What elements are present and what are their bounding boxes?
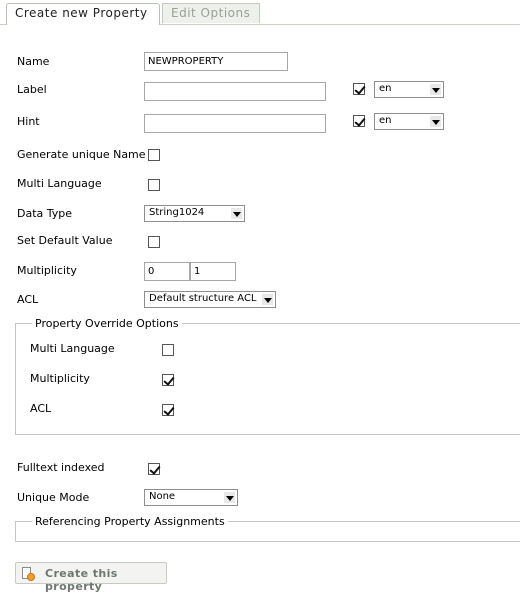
hint-label: Hint xyxy=(17,115,40,128)
referencing-property-assignments-legend: Referencing Property Assignments xyxy=(35,515,225,528)
data-type-value: String1024 xyxy=(149,207,205,218)
acl-label: ACL xyxy=(17,293,39,306)
data-type-label: Data Type xyxy=(17,207,73,220)
set-default-value-checkbox[interactable] xyxy=(148,236,160,248)
property-override-options-legend: Property Override Options xyxy=(35,317,179,330)
create-property-button-label: Create this property xyxy=(45,567,118,593)
create-property-button[interactable]: Create this property xyxy=(15,562,167,593)
multiplicity-min-input[interactable] xyxy=(144,262,190,281)
unique-mode-value: None xyxy=(149,491,176,502)
property-override-options: Property Override Options xyxy=(15,317,520,435)
hint-input[interactable] xyxy=(144,114,326,133)
override-multi-language-label: Multi Language xyxy=(30,342,115,355)
hint-language-select[interactable]: en xyxy=(374,113,444,130)
multi-language-label: Multi Language xyxy=(17,177,102,190)
chevron-down-icon xyxy=(430,116,441,127)
fulltext-indexed-checkbox[interactable] xyxy=(148,463,160,475)
name-input[interactable] xyxy=(144,52,288,71)
unique-mode-label: Unique Mode xyxy=(17,491,90,504)
override-acl-label: ACL xyxy=(30,402,52,415)
override-multiplicity-checkbox[interactable] xyxy=(162,374,174,386)
multi-language-checkbox[interactable] xyxy=(148,179,160,191)
label-language-value: en xyxy=(379,83,392,94)
acl-value: Default structure ACL xyxy=(149,293,257,304)
chevron-down-icon xyxy=(430,84,441,95)
tab-bar: Create new Property Edit Options xyxy=(0,0,520,25)
multiplicity-max-input[interactable] xyxy=(190,262,236,281)
tab-edit-options[interactable]: Edit Options xyxy=(162,3,260,23)
generate-unique-name-label: Generate unique Name xyxy=(17,148,146,161)
data-type-select[interactable]: String1024 xyxy=(144,205,245,222)
multiplicity-label: Multiplicity xyxy=(17,264,77,277)
hint-language-checkbox[interactable] xyxy=(353,115,365,127)
chevron-down-icon xyxy=(231,208,242,219)
chevron-down-icon xyxy=(224,492,235,503)
chevron-down-icon xyxy=(262,294,273,305)
unique-mode-select[interactable]: None xyxy=(144,489,238,506)
label-label: Label xyxy=(17,83,47,96)
override-acl-checkbox[interactable] xyxy=(162,404,174,416)
fulltext-indexed-label: Fulltext indexed xyxy=(17,461,105,474)
override-multi-language-checkbox[interactable] xyxy=(162,344,174,356)
label-input[interactable] xyxy=(144,82,326,101)
acl-select[interactable]: Default structure ACL xyxy=(144,291,276,308)
name-label: Name xyxy=(17,55,50,68)
generate-unique-name-checkbox[interactable] xyxy=(148,149,160,161)
override-multiplicity-label: Multiplicity xyxy=(30,372,90,385)
hint-language-value: en xyxy=(379,115,392,126)
new-document-icon xyxy=(22,567,35,581)
referencing-property-assignments: Referencing Property Assignments xyxy=(15,515,520,542)
tab-create-new-property[interactable]: Create new Property xyxy=(6,3,160,25)
set-default-value-label: Set Default Value xyxy=(17,234,113,247)
label-language-checkbox[interactable] xyxy=(353,83,365,95)
label-language-select[interactable]: en xyxy=(374,81,444,98)
